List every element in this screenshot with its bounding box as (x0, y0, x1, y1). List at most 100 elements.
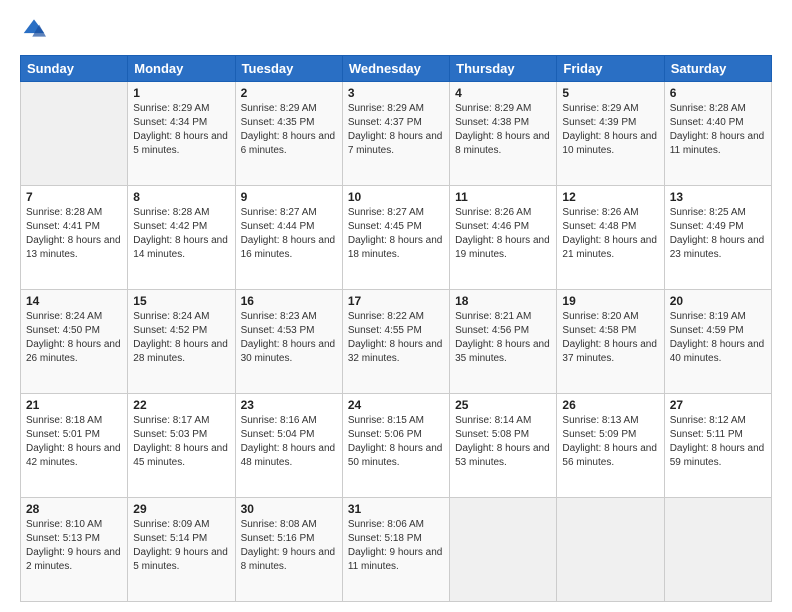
day-number: 3 (348, 86, 444, 100)
day-cell: 30 Sunrise: 8:08 AM Sunset: 5:16 PM Dayl… (235, 498, 342, 602)
day-number: 16 (241, 294, 337, 308)
day-number: 24 (348, 398, 444, 412)
week-row-0: 1 Sunrise: 8:29 AM Sunset: 4:34 PM Dayli… (21, 82, 772, 186)
day-detail: Sunrise: 8:08 AM Sunset: 5:16 PM Dayligh… (241, 518, 337, 574)
day-detail: Sunrise: 8:28 AM Sunset: 4:42 PM Dayligh… (133, 206, 229, 262)
weekday-header-tuesday: Tuesday (235, 56, 342, 82)
day-number: 23 (241, 398, 337, 412)
day-detail: Sunrise: 8:29 AM Sunset: 4:39 PM Dayligh… (562, 102, 658, 158)
day-cell: 14 Sunrise: 8:24 AM Sunset: 4:50 PM Dayl… (21, 290, 128, 394)
day-detail: Sunrise: 8:16 AM Sunset: 5:04 PM Dayligh… (241, 414, 337, 470)
day-detail: Sunrise: 8:22 AM Sunset: 4:55 PM Dayligh… (348, 310, 444, 366)
day-number: 27 (670, 398, 766, 412)
day-detail: Sunrise: 8:29 AM Sunset: 4:37 PM Dayligh… (348, 102, 444, 158)
day-number: 14 (26, 294, 122, 308)
day-cell: 24 Sunrise: 8:15 AM Sunset: 5:06 PM Dayl… (342, 394, 449, 498)
day-number: 13 (670, 190, 766, 204)
day-detail: Sunrise: 8:06 AM Sunset: 5:18 PM Dayligh… (348, 518, 444, 574)
day-detail: Sunrise: 8:20 AM Sunset: 4:58 PM Dayligh… (562, 310, 658, 366)
day-cell (664, 498, 771, 602)
day-number: 7 (26, 190, 122, 204)
day-cell: 20 Sunrise: 8:19 AM Sunset: 4:59 PM Dayl… (664, 290, 771, 394)
weekday-header-wednesday: Wednesday (342, 56, 449, 82)
day-number: 11 (455, 190, 551, 204)
day-detail: Sunrise: 8:29 AM Sunset: 4:34 PM Dayligh… (133, 102, 229, 158)
day-number: 30 (241, 502, 337, 516)
day-detail: Sunrise: 8:29 AM Sunset: 4:35 PM Dayligh… (241, 102, 337, 158)
day-cell: 2 Sunrise: 8:29 AM Sunset: 4:35 PM Dayli… (235, 82, 342, 186)
day-cell: 8 Sunrise: 8:28 AM Sunset: 4:42 PM Dayli… (128, 186, 235, 290)
day-number: 6 (670, 86, 766, 100)
day-number: 22 (133, 398, 229, 412)
day-cell: 13 Sunrise: 8:25 AM Sunset: 4:49 PM Dayl… (664, 186, 771, 290)
day-detail: Sunrise: 8:26 AM Sunset: 4:48 PM Dayligh… (562, 206, 658, 262)
week-row-4: 28 Sunrise: 8:10 AM Sunset: 5:13 PM Dayl… (21, 498, 772, 602)
weekday-header-row: SundayMondayTuesdayWednesdayThursdayFrid… (21, 56, 772, 82)
day-detail: Sunrise: 8:19 AM Sunset: 4:59 PM Dayligh… (670, 310, 766, 366)
calendar-table: SundayMondayTuesdayWednesdayThursdayFrid… (20, 55, 772, 602)
header (20, 16, 772, 45)
day-number: 26 (562, 398, 658, 412)
day-detail: Sunrise: 8:12 AM Sunset: 5:11 PM Dayligh… (670, 414, 766, 470)
day-detail: Sunrise: 8:18 AM Sunset: 5:01 PM Dayligh… (26, 414, 122, 470)
calendar-body: 1 Sunrise: 8:29 AM Sunset: 4:34 PM Dayli… (21, 82, 772, 602)
weekday-header-saturday: Saturday (664, 56, 771, 82)
day-number: 31 (348, 502, 444, 516)
page: SundayMondayTuesdayWednesdayThursdayFrid… (0, 0, 792, 612)
day-cell: 16 Sunrise: 8:23 AM Sunset: 4:53 PM Dayl… (235, 290, 342, 394)
day-number: 19 (562, 294, 658, 308)
day-cell: 5 Sunrise: 8:29 AM Sunset: 4:39 PM Dayli… (557, 82, 664, 186)
day-number: 21 (26, 398, 122, 412)
day-detail: Sunrise: 8:28 AM Sunset: 4:40 PM Dayligh… (670, 102, 766, 158)
week-row-3: 21 Sunrise: 8:18 AM Sunset: 5:01 PM Dayl… (21, 394, 772, 498)
day-number: 5 (562, 86, 658, 100)
day-detail: Sunrise: 8:27 AM Sunset: 4:45 PM Dayligh… (348, 206, 444, 262)
day-cell: 25 Sunrise: 8:14 AM Sunset: 5:08 PM Dayl… (450, 394, 557, 498)
day-detail: Sunrise: 8:14 AM Sunset: 5:08 PM Dayligh… (455, 414, 551, 470)
day-number: 20 (670, 294, 766, 308)
day-cell: 29 Sunrise: 8:09 AM Sunset: 5:14 PM Dayl… (128, 498, 235, 602)
day-cell (557, 498, 664, 602)
day-number: 18 (455, 294, 551, 308)
day-cell: 12 Sunrise: 8:26 AM Sunset: 4:48 PM Dayl… (557, 186, 664, 290)
day-cell (450, 498, 557, 602)
day-detail: Sunrise: 8:28 AM Sunset: 4:41 PM Dayligh… (26, 206, 122, 262)
day-cell: 3 Sunrise: 8:29 AM Sunset: 4:37 PM Dayli… (342, 82, 449, 186)
day-cell: 9 Sunrise: 8:27 AM Sunset: 4:44 PM Dayli… (235, 186, 342, 290)
day-detail: Sunrise: 8:15 AM Sunset: 5:06 PM Dayligh… (348, 414, 444, 470)
day-number: 12 (562, 190, 658, 204)
day-cell: 10 Sunrise: 8:27 AM Sunset: 4:45 PM Dayl… (342, 186, 449, 290)
week-row-1: 7 Sunrise: 8:28 AM Sunset: 4:41 PM Dayli… (21, 186, 772, 290)
day-number: 8 (133, 190, 229, 204)
day-number: 25 (455, 398, 551, 412)
day-cell: 31 Sunrise: 8:06 AM Sunset: 5:18 PM Dayl… (342, 498, 449, 602)
day-cell: 22 Sunrise: 8:17 AM Sunset: 5:03 PM Dayl… (128, 394, 235, 498)
day-cell: 26 Sunrise: 8:13 AM Sunset: 5:09 PM Dayl… (557, 394, 664, 498)
day-cell: 18 Sunrise: 8:21 AM Sunset: 4:56 PM Dayl… (450, 290, 557, 394)
weekday-header-thursday: Thursday (450, 56, 557, 82)
day-number: 9 (241, 190, 337, 204)
day-cell: 4 Sunrise: 8:29 AM Sunset: 4:38 PM Dayli… (450, 82, 557, 186)
day-detail: Sunrise: 8:25 AM Sunset: 4:49 PM Dayligh… (670, 206, 766, 262)
day-cell: 7 Sunrise: 8:28 AM Sunset: 4:41 PM Dayli… (21, 186, 128, 290)
day-number: 1 (133, 86, 229, 100)
day-detail: Sunrise: 8:10 AM Sunset: 5:13 PM Dayligh… (26, 518, 122, 574)
day-number: 15 (133, 294, 229, 308)
day-number: 17 (348, 294, 444, 308)
week-row-2: 14 Sunrise: 8:24 AM Sunset: 4:50 PM Dayl… (21, 290, 772, 394)
day-cell: 23 Sunrise: 8:16 AM Sunset: 5:04 PM Dayl… (235, 394, 342, 498)
day-detail: Sunrise: 8:29 AM Sunset: 4:38 PM Dayligh… (455, 102, 551, 158)
day-cell: 11 Sunrise: 8:26 AM Sunset: 4:46 PM Dayl… (450, 186, 557, 290)
weekday-header-friday: Friday (557, 56, 664, 82)
day-detail: Sunrise: 8:17 AM Sunset: 5:03 PM Dayligh… (133, 414, 229, 470)
day-cell: 1 Sunrise: 8:29 AM Sunset: 4:34 PM Dayli… (128, 82, 235, 186)
day-detail: Sunrise: 8:27 AM Sunset: 4:44 PM Dayligh… (241, 206, 337, 262)
day-cell: 6 Sunrise: 8:28 AM Sunset: 4:40 PM Dayli… (664, 82, 771, 186)
day-cell: 15 Sunrise: 8:24 AM Sunset: 4:52 PM Dayl… (128, 290, 235, 394)
day-number: 4 (455, 86, 551, 100)
day-detail: Sunrise: 8:21 AM Sunset: 4:56 PM Dayligh… (455, 310, 551, 366)
day-detail: Sunrise: 8:23 AM Sunset: 4:53 PM Dayligh… (241, 310, 337, 366)
day-cell: 17 Sunrise: 8:22 AM Sunset: 4:55 PM Dayl… (342, 290, 449, 394)
day-detail: Sunrise: 8:24 AM Sunset: 4:52 PM Dayligh… (133, 310, 229, 366)
day-detail: Sunrise: 8:13 AM Sunset: 5:09 PM Dayligh… (562, 414, 658, 470)
